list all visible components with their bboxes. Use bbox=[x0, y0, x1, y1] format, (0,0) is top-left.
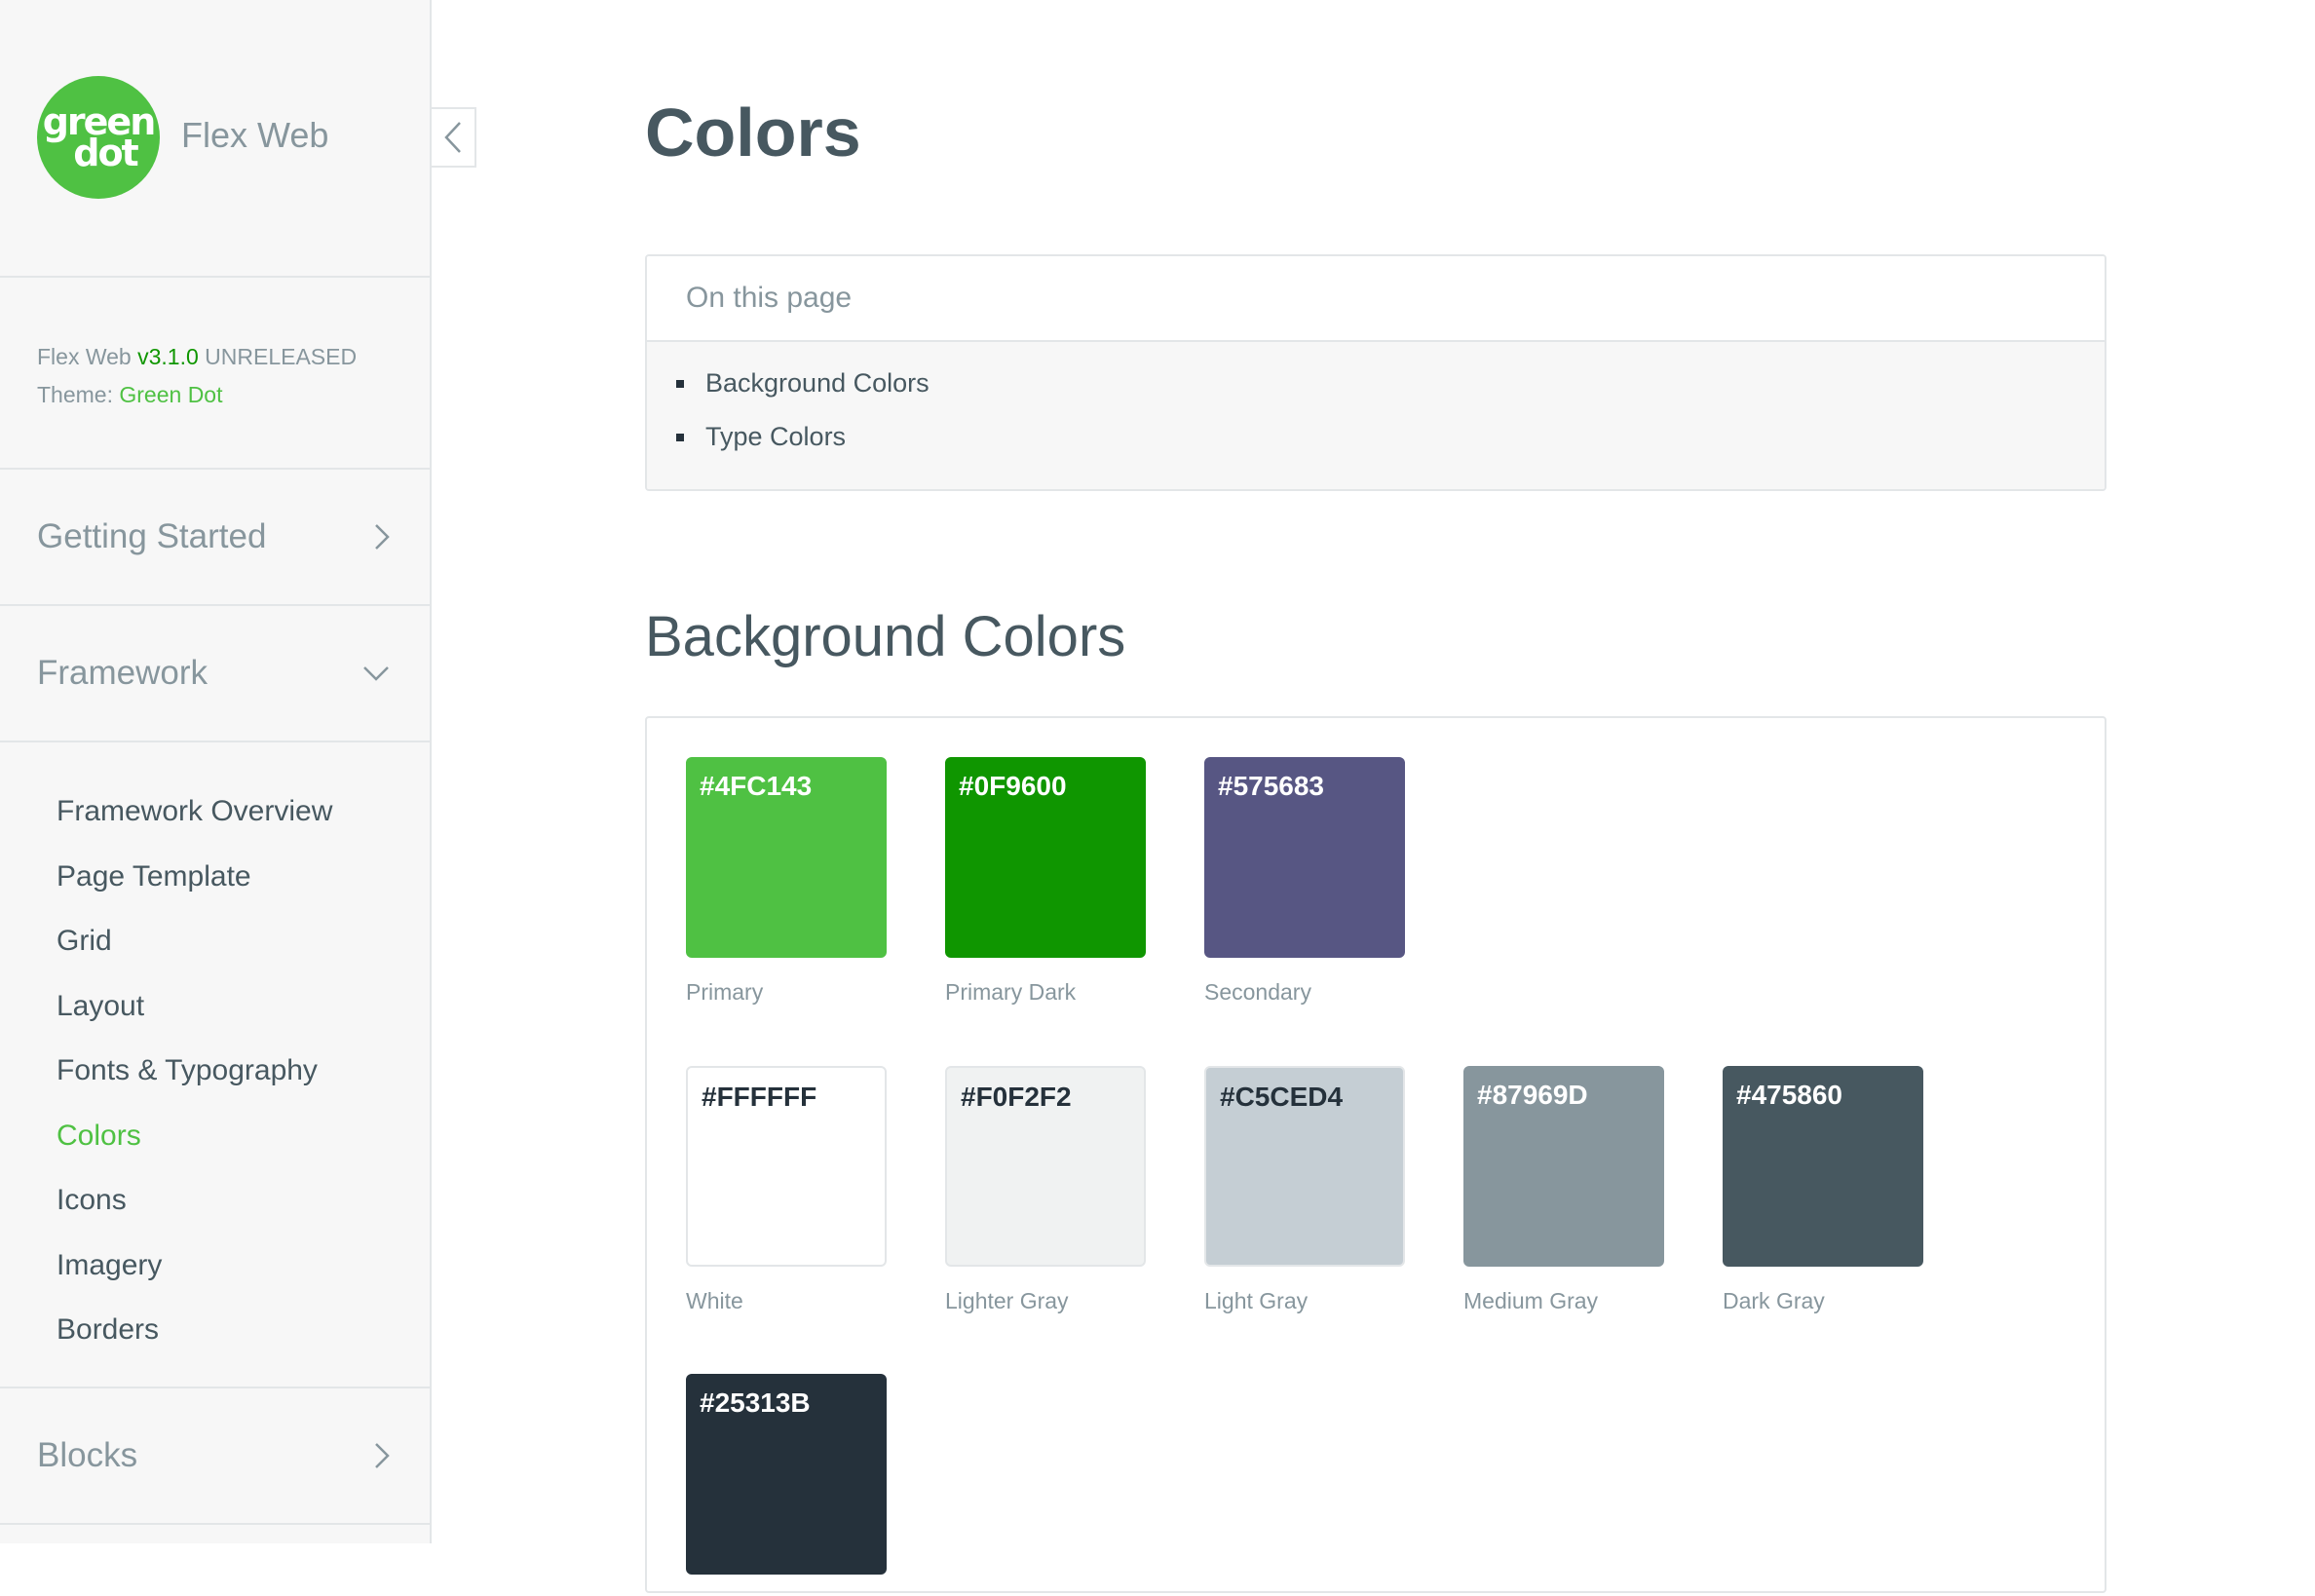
swatch-chip: #F0F2F2 bbox=[945, 1066, 1146, 1267]
theme-line: Theme: Green Dot bbox=[37, 376, 430, 414]
swatch-hex: #575683 bbox=[1218, 771, 1325, 801]
chevron-left-icon bbox=[444, 122, 461, 153]
toc-link-label: Background Colors bbox=[705, 368, 930, 398]
nav-blocks-label: Blocks bbox=[37, 1436, 138, 1474]
collapse-sidebar-button[interactable] bbox=[432, 107, 476, 168]
swatch-chip: #575683 bbox=[1204, 757, 1405, 958]
toc-heading: On this page bbox=[647, 256, 2105, 342]
logo-line-2: dot bbox=[73, 132, 138, 174]
chevron-down-icon bbox=[363, 666, 389, 681]
swatch-dark-gray: #475860 Dark Gray bbox=[1723, 1066, 1923, 1314]
toc-link-background-colors[interactable]: Background Colors bbox=[647, 357, 2105, 410]
swatch-hex: #4FC143 bbox=[700, 771, 813, 801]
app-name: Flex Web bbox=[181, 115, 329, 155]
swatch-darkest-gray: #25313B bbox=[686, 1374, 887, 1596]
sidebar-item-framework-overview[interactable]: Framework Overview bbox=[0, 779, 430, 845]
swatch-name: Primary bbox=[686, 979, 764, 1005]
swatch-hex: #0F9600 bbox=[959, 771, 1067, 801]
framework-sub-nav: Framework Overview Page Template Grid La… bbox=[0, 742, 430, 1388]
swatch-hex: #25313B bbox=[700, 1387, 811, 1418]
bullet-icon bbox=[676, 379, 684, 388]
toc-link-type-colors[interactable]: Type Colors bbox=[647, 410, 2105, 464]
sidebar-item-icons[interactable]: Icons bbox=[0, 1168, 430, 1234]
chevron-right-icon bbox=[375, 524, 390, 550]
swatch-medium-gray: #87969D Medium Gray bbox=[1463, 1066, 1664, 1314]
swatch-chip: #C5CED4 bbox=[1204, 1066, 1405, 1267]
chevron-right-icon bbox=[375, 1443, 390, 1468]
swatch-name: Light Gray bbox=[1204, 1288, 1309, 1313]
swatch-hex: #87969D bbox=[1477, 1080, 1588, 1110]
sidebar-item-layout[interactable]: Layout bbox=[0, 974, 430, 1040]
swatch-white: #FFFFFF White bbox=[686, 1066, 887, 1314]
swatch-hex: #FFFFFF bbox=[702, 1082, 817, 1112]
section-title-background-colors: Background Colors bbox=[645, 605, 1126, 668]
swatch-chip: #4FC143 bbox=[686, 757, 887, 958]
swatch-chip: #FFFFFF bbox=[686, 1066, 887, 1267]
swatch-lighter-gray: #F0F2F2 Lighter Gray bbox=[945, 1066, 1146, 1314]
nav-framework-label: Framework bbox=[37, 654, 209, 692]
swatch-secondary: #575683 Secondary bbox=[1204, 757, 1405, 1006]
sidebar-item-imagery[interactable]: Imagery bbox=[0, 1234, 430, 1299]
swatch-hex: #475860 bbox=[1736, 1080, 1843, 1110]
swatch-hex: #F0F2F2 bbox=[961, 1082, 1072, 1112]
swatch-panel: #4FC143 Primary #0F9600 Primary Dark #57… bbox=[645, 716, 2106, 1593]
sidebar-item-page-template[interactable]: Page Template bbox=[0, 845, 430, 910]
version-info: Flex Web v3.1.0 UNRELEASED Theme: Green … bbox=[0, 278, 430, 470]
toc-list: Background Colors Type Colors bbox=[647, 342, 2105, 489]
bullet-icon bbox=[676, 433, 684, 441]
nav-blocks[interactable]: Blocks bbox=[0, 1388, 430, 1525]
swatch-name: Dark Gray bbox=[1723, 1288, 1825, 1313]
nav-framework[interactable]: Framework bbox=[0, 606, 430, 742]
sidebar-item-colors[interactable]: Colors bbox=[0, 1104, 430, 1169]
version-prefix: Flex Web bbox=[37, 344, 138, 369]
sidebar: green dot Flex Web Flex Web v3.1.0 UNREL… bbox=[0, 0, 432, 1543]
nav-getting-started-label: Getting Started bbox=[37, 517, 267, 555]
page-title: Colors bbox=[645, 95, 861, 171]
swatch-chip: #475860 bbox=[1723, 1066, 1923, 1267]
swatch-light-gray: #C5CED4 Light Gray bbox=[1204, 1066, 1405, 1314]
theme-label: Theme: bbox=[37, 382, 120, 407]
swatch-name: Primary Dark bbox=[945, 979, 1077, 1005]
swatch-hex: #C5CED4 bbox=[1220, 1082, 1344, 1112]
nav-getting-started[interactable]: Getting Started bbox=[0, 470, 430, 606]
swatch-name: Medium Gray bbox=[1463, 1288, 1599, 1313]
swatch-name: Secondary bbox=[1204, 979, 1311, 1005]
on-this-page-box: On this page Background Colors Type Colo… bbox=[645, 254, 2106, 491]
green-dot-logo[interactable]: green dot bbox=[37, 76, 160, 199]
version-line: Flex Web v3.1.0 UNRELEASED bbox=[37, 338, 430, 376]
swatch-primary-dark: #0F9600 Primary Dark bbox=[945, 757, 1146, 1006]
swatch-name: White bbox=[686, 1288, 743, 1313]
swatch-primary: #4FC143 Primary bbox=[686, 757, 887, 1006]
swatch-chip: #87969D bbox=[1463, 1066, 1664, 1267]
sidebar-item-grid[interactable]: Grid bbox=[0, 909, 430, 974]
sidebar-item-fonts-typography[interactable]: Fonts & Typography bbox=[0, 1039, 430, 1104]
swatch-name: Lighter Gray bbox=[945, 1288, 1069, 1313]
toc-link-label: Type Colors bbox=[705, 422, 847, 451]
sidebar-item-borders[interactable]: Borders bbox=[0, 1298, 430, 1363]
theme-name: Green Dot bbox=[119, 382, 223, 407]
brand-header: green dot Flex Web bbox=[0, 0, 430, 278]
swatch-chip: #25313B bbox=[686, 1374, 887, 1575]
version-number: v3.1.0 bbox=[137, 344, 199, 369]
swatch-chip: #0F9600 bbox=[945, 757, 1146, 958]
version-status: UNRELEASED bbox=[198, 344, 358, 369]
